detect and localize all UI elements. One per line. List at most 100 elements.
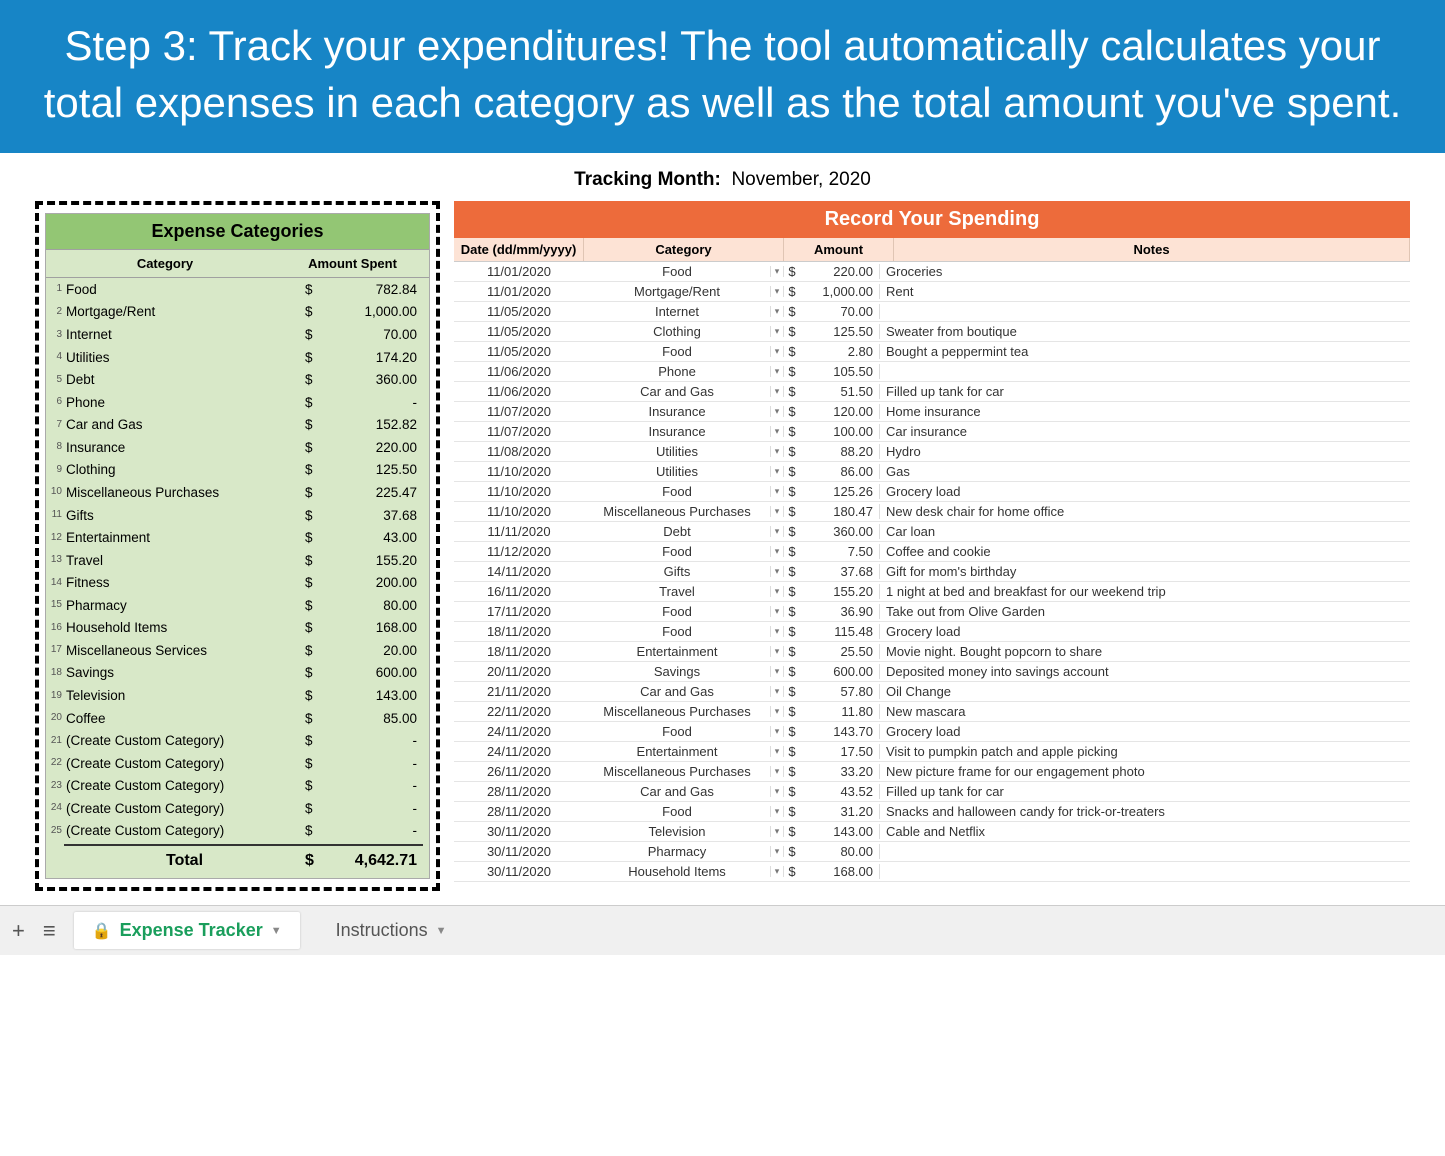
spending-amount[interactable]: 125.26 [800, 484, 880, 499]
spending-row[interactable]: 16/11/2020Travel▾$155.201 night at bed a… [454, 582, 1410, 602]
dropdown-icon[interactable]: ▾ [770, 706, 784, 717]
spending-row[interactable]: 20/11/2020Savings▾$600.00Deposited money… [454, 662, 1410, 682]
dropdown-icon[interactable]: ▾ [770, 506, 784, 517]
spending-row[interactable]: 26/11/2020Miscellaneous Purchases▾$33.20… [454, 762, 1410, 782]
spending-notes[interactable]: New desk chair for home office [880, 504, 1410, 519]
spending-amount[interactable]: 1,000.00 [800, 284, 880, 299]
spending-category[interactable]: Utilities [584, 444, 770, 459]
spending-amount[interactable]: 7.50 [800, 544, 880, 559]
spending-category[interactable]: Entertainment [584, 744, 770, 759]
spending-notes[interactable]: Grocery load [880, 724, 1410, 739]
category-name[interactable]: Coffee [64, 709, 305, 729]
spending-category[interactable]: Television [584, 824, 770, 839]
category-row[interactable]: 11Gifts$37.68 [46, 504, 429, 527]
spending-amount[interactable]: 115.48 [800, 624, 880, 639]
spending-notes[interactable]: Hydro [880, 444, 1410, 459]
spending-row[interactable]: 18/11/2020Food▾$115.48Grocery load [454, 622, 1410, 642]
spending-amount[interactable]: 86.00 [800, 464, 880, 479]
spending-notes[interactable]: Filled up tank for car [880, 384, 1410, 399]
spending-row[interactable]: 11/11/2020Debt▾$360.00Car loan [454, 522, 1410, 542]
spending-amount[interactable]: 120.00 [800, 404, 880, 419]
category-row[interactable]: 9Clothing$125.50 [46, 459, 429, 482]
dropdown-icon[interactable]: ▾ [770, 366, 784, 377]
spending-date[interactable]: 11/08/2020 [454, 444, 584, 459]
spending-category[interactable]: Food [584, 344, 770, 359]
spending-amount[interactable]: 220.00 [800, 264, 880, 279]
category-row[interactable]: 8Insurance$220.00 [46, 436, 429, 459]
spending-notes[interactable]: Deposited money into savings account [880, 664, 1410, 679]
spending-row[interactable]: 17/11/2020Food▾$36.90Take out from Olive… [454, 602, 1410, 622]
spending-amount[interactable]: 51.50 [800, 384, 880, 399]
dropdown-icon[interactable]: ▾ [770, 866, 784, 877]
spending-notes[interactable]: Sweater from boutique [880, 324, 1410, 339]
spending-date[interactable]: 11/05/2020 [454, 324, 584, 339]
spending-row[interactable]: 30/11/2020Television▾$143.00Cable and Ne… [454, 822, 1410, 842]
spending-category[interactable]: Food [584, 804, 770, 819]
spending-date[interactable]: 11/10/2020 [454, 504, 584, 519]
dropdown-icon[interactable]: ▾ [770, 426, 784, 437]
category-name[interactable]: Savings [64, 663, 305, 683]
spending-date[interactable]: 18/11/2020 [454, 624, 584, 639]
spending-category[interactable]: Travel [584, 584, 770, 599]
spending-date[interactable]: 11/06/2020 [454, 384, 584, 399]
spending-notes[interactable]: Take out from Olive Garden [880, 604, 1410, 619]
category-name[interactable]: Utilities [64, 348, 305, 368]
spending-category[interactable]: Clothing [584, 324, 770, 339]
category-row[interactable]: 12Entertainment$43.00 [46, 527, 429, 550]
spending-date[interactable]: 18/11/2020 [454, 644, 584, 659]
spending-row[interactable]: 24/11/2020Entertainment▾$17.50Visit to p… [454, 742, 1410, 762]
spending-amount[interactable]: 155.20 [800, 584, 880, 599]
category-row[interactable]: 3Internet$70.00 [46, 324, 429, 347]
spending-date[interactable]: 21/11/2020 [454, 684, 584, 699]
spending-date[interactable]: 28/11/2020 [454, 784, 584, 799]
dropdown-icon[interactable]: ▾ [770, 626, 784, 637]
dropdown-icon[interactable]: ▾ [770, 306, 784, 317]
spending-category[interactable]: Phone [584, 364, 770, 379]
spending-row[interactable]: 24/11/2020Food▾$143.70Grocery load [454, 722, 1410, 742]
spending-row[interactable]: 28/11/2020Car and Gas▾$43.52Filled up ta… [454, 782, 1410, 802]
tab-expense-tracker[interactable]: 🔒 Expense Tracker ▼ [74, 912, 300, 949]
spending-date[interactable]: 11/11/2020 [454, 524, 584, 539]
category-row[interactable]: 21(Create Custom Category)$- [46, 730, 429, 753]
spending-amount[interactable]: 11.80 [800, 704, 880, 719]
dropdown-icon[interactable]: ▾ [770, 806, 784, 817]
spending-category[interactable]: Car and Gas [584, 784, 770, 799]
dropdown-icon[interactable]: ▾ [770, 686, 784, 697]
spending-notes[interactable]: Bought a peppermint tea [880, 344, 1410, 359]
category-row[interactable]: 15Pharmacy$80.00 [46, 594, 429, 617]
category-row[interactable]: 13Travel$155.20 [46, 549, 429, 572]
spending-date[interactable]: 22/11/2020 [454, 704, 584, 719]
spending-amount[interactable]: 80.00 [800, 844, 880, 859]
spending-date[interactable]: 11/07/2020 [454, 404, 584, 419]
spending-row[interactable]: 11/08/2020Utilities▾$88.20Hydro [454, 442, 1410, 462]
category-name[interactable]: (Create Custom Category) [64, 754, 305, 774]
category-name[interactable]: Pharmacy [64, 596, 305, 616]
category-row[interactable]: 7Car and Gas$152.82 [46, 414, 429, 437]
spending-amount[interactable]: 168.00 [800, 864, 880, 879]
spending-category[interactable]: Mortgage/Rent [584, 284, 770, 299]
spending-date[interactable]: 11/10/2020 [454, 484, 584, 499]
spending-notes[interactable]: Groceries [880, 264, 1410, 279]
spending-notes[interactable]: 1 night at bed and breakfast for our wee… [880, 584, 1410, 599]
spending-category[interactable]: Food [584, 264, 770, 279]
spending-notes[interactable]: Gift for mom's birthday [880, 564, 1410, 579]
spending-category[interactable]: Internet [584, 304, 770, 319]
category-name[interactable]: Gifts [64, 506, 305, 526]
category-row[interactable]: 2Mortgage/Rent$1,000.00 [46, 301, 429, 324]
category-row[interactable]: 16Household Items$168.00 [46, 617, 429, 640]
category-name[interactable]: Insurance [64, 438, 305, 458]
spending-amount[interactable]: 31.20 [800, 804, 880, 819]
dropdown-icon[interactable]: ▾ [770, 526, 784, 537]
category-name[interactable]: Entertainment [64, 528, 305, 548]
spending-date[interactable]: 24/11/2020 [454, 744, 584, 759]
spending-amount[interactable]: 57.80 [800, 684, 880, 699]
spending-amount[interactable]: 17.50 [800, 744, 880, 759]
spending-category[interactable]: Food [584, 484, 770, 499]
spending-category[interactable]: Food [584, 624, 770, 639]
dropdown-icon[interactable]: ▾ [770, 826, 784, 837]
spending-category[interactable]: Insurance [584, 424, 770, 439]
spending-date[interactable]: 28/11/2020 [454, 804, 584, 819]
spending-date[interactable]: 30/11/2020 [454, 824, 584, 839]
spending-category[interactable]: Savings [584, 664, 770, 679]
dropdown-icon[interactable]: ▾ [770, 486, 784, 497]
